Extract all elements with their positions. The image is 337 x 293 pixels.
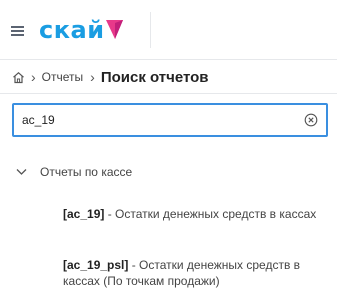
result-code: [ac_19_psl] xyxy=(63,258,129,272)
breadcrumb-separator: › xyxy=(31,69,36,85)
search-input[interactable] xyxy=(22,110,282,130)
breadcrumb: › Отчеты › Поиск отчетов xyxy=(0,61,337,94)
chevron-down-icon xyxy=(16,169,27,175)
logo-text: скай xyxy=(39,16,105,44)
result-code: [ac_19] xyxy=(63,207,105,221)
breadcrumb-link-reports[interactable]: Отчеты xyxy=(42,70,83,84)
result-group-cash-reports[interactable]: Отчеты по кассе xyxy=(16,165,132,179)
logo[interactable]: скай xyxy=(39,15,123,45)
result-description: - Остатки денежных средств в кассах xyxy=(104,207,317,221)
clear-circle-icon[interactable] xyxy=(304,113,318,127)
result-item[interactable]: [ac_19] - Остатки денежных средств в кас… xyxy=(63,206,325,222)
result-item[interactable]: [ac_19_psl] - Остатки денежных средств в… xyxy=(63,257,325,289)
hamburger-icon[interactable] xyxy=(11,26,24,36)
home-icon[interactable] xyxy=(12,71,25,84)
header-divider xyxy=(150,12,151,48)
search-box xyxy=(12,103,328,137)
logo-mark-icon xyxy=(105,20,123,39)
result-group-label: Отчеты по кассе xyxy=(40,165,133,179)
page-title: Поиск отчетов xyxy=(100,68,209,86)
breadcrumb-separator: › xyxy=(90,69,95,85)
top-bar: скай xyxy=(0,0,337,60)
